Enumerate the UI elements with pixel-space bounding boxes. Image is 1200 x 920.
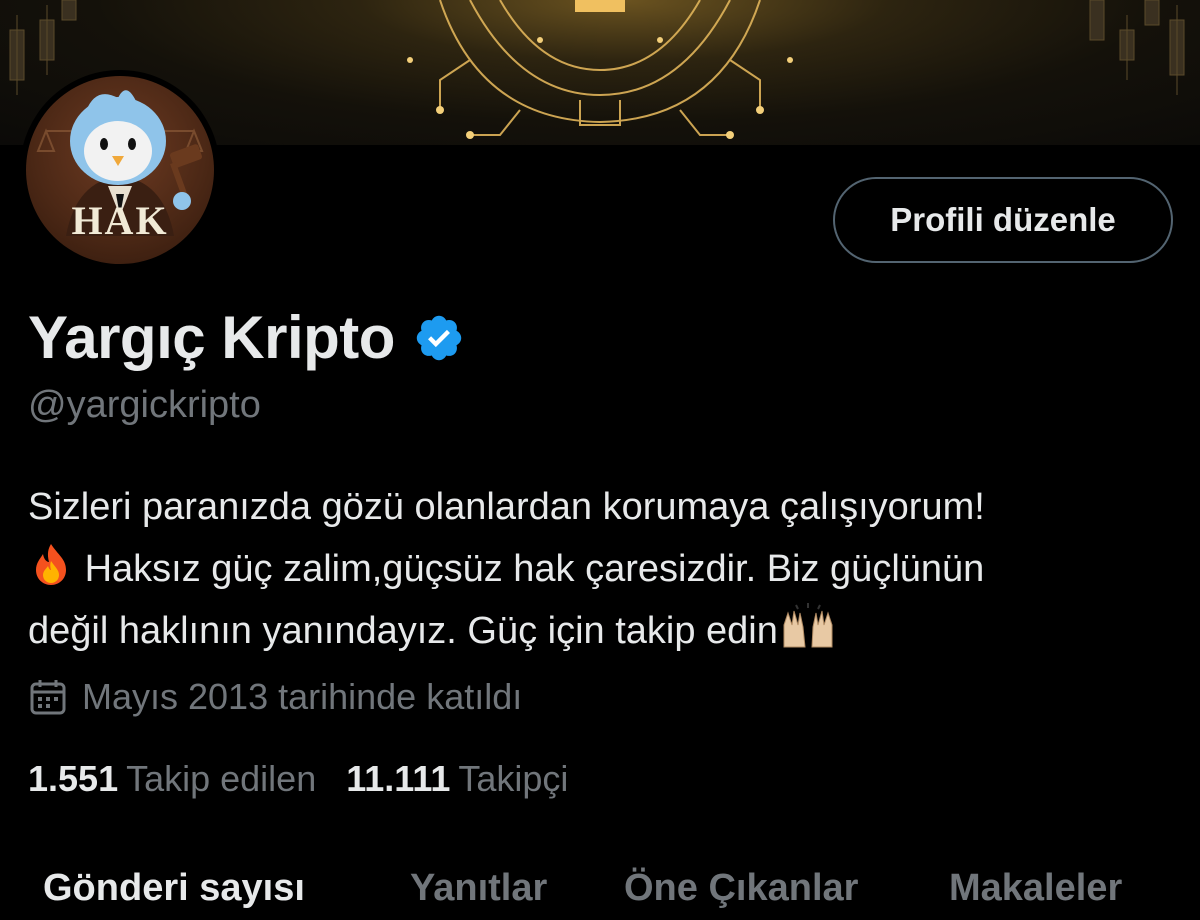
display-name: Yargıç Kripto [28, 304, 395, 371]
profile-avatar[interactable]: HAK [20, 70, 220, 270]
followers-count: 11.111 [346, 758, 451, 799]
tab-replies[interactable]: Yanıtlar [410, 867, 547, 910]
tab-highlights[interactable]: Öne Çıkanlar [624, 867, 858, 910]
bio-line-text: Haksız güç zalim,güçsüz hak çaresizdir. … [84, 548, 985, 590]
follow-stats: 1.551 Takip edilen 11.111 Takipçi [28, 758, 598, 800]
user-handle: @yargickripto [28, 384, 261, 426]
tab-posts[interactable]: Gönderi sayısı [43, 867, 305, 910]
profile-tabs: Gönderi sayısı Yanıtlar Öne Çıkanlar Mak… [0, 855, 1200, 920]
bio-line-with-emoji: değil haklının yanındayız. Güç için taki… [28, 600, 1178, 662]
bio-line: Sizleri paranızda gözü olanlardan koruma… [28, 486, 985, 528]
joined-date-row: Mayıs 2013 tarihinde katıldı [28, 676, 522, 718]
following-label: Takip edilen [126, 758, 317, 799]
followers-label: Takipçi [458, 758, 569, 799]
bio-line-text: değil haklının yanındayız. Güç için taki… [28, 610, 778, 652]
joined-date-text: Mayıs 2013 tarihinde katıldı [82, 676, 523, 717]
avatar-hak-text: HAK [71, 198, 169, 243]
raising-hands-emoji-icon [783, 603, 833, 648]
profile-bio: Sizleri paranızda gözü olanlardan koruma… [28, 476, 1178, 662]
following-count: 1.551 [28, 758, 119, 799]
fire-emoji-icon [36, 544, 66, 585]
calendar-icon [30, 680, 66, 715]
followers-stat-link[interactable]: 11.111 Takipçi [346, 758, 568, 800]
name-row: Yargıç Kripto [28, 303, 465, 372]
following-stat-link[interactable]: 1.551 Takip edilen [28, 758, 316, 800]
tab-articles[interactable]: Makaleler [949, 867, 1122, 910]
verified-badge-icon[interactable] [413, 312, 465, 364]
bio-line-with-emoji: Haksız güç zalim,güçsüz hak çaresizdir. … [28, 538, 1178, 600]
edit-profile-button[interactable]: Profili düzenle [833, 177, 1173, 263]
